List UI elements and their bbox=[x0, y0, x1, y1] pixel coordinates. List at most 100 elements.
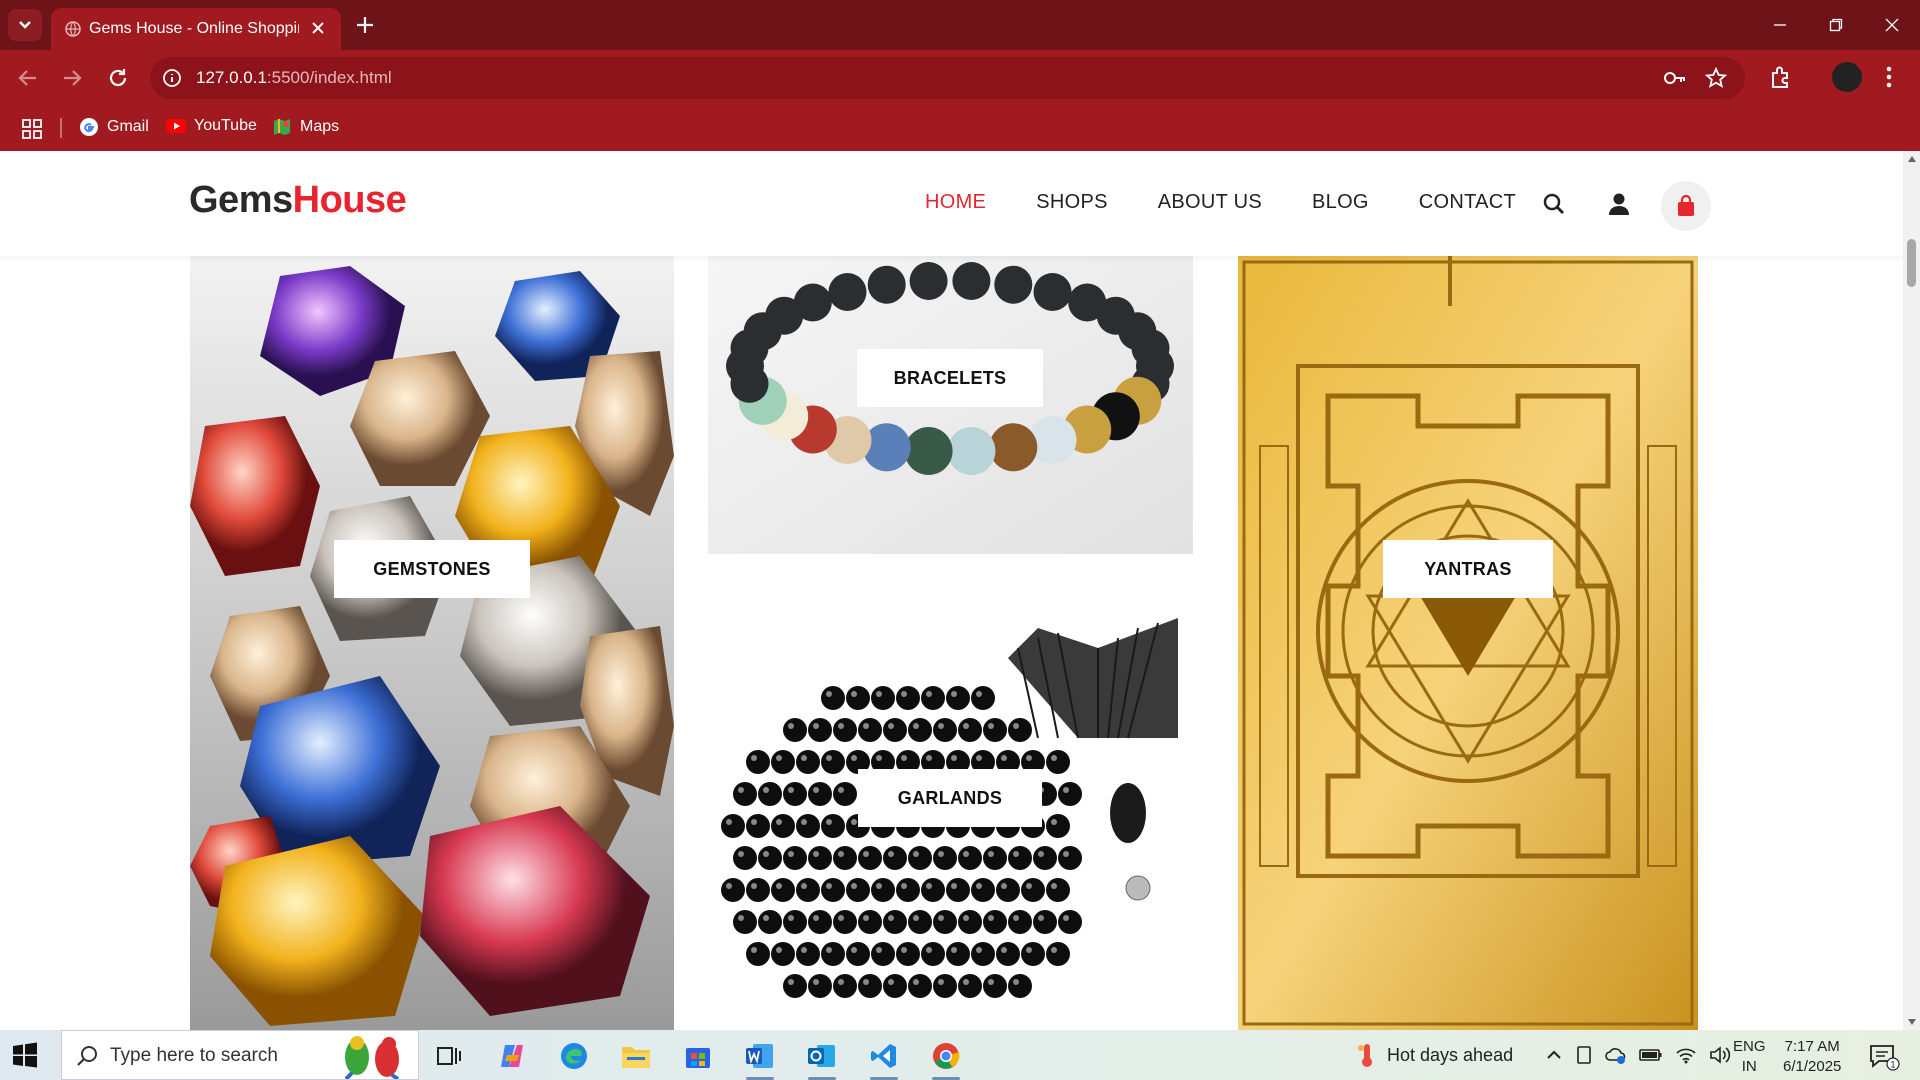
bookmarks-bar: Gmail YouTube Maps bbox=[0, 106, 1920, 151]
task-view-button[interactable] bbox=[427, 1037, 471, 1075]
garland-bead bbox=[783, 910, 807, 934]
minimize-button[interactable] bbox=[1752, 0, 1808, 50]
info-icon[interactable] bbox=[162, 68, 182, 88]
garland-bead bbox=[883, 718, 907, 742]
back-arrow-icon[interactable] bbox=[14, 64, 42, 92]
garland-bead-highlight bbox=[838, 851, 844, 857]
garland-bead-highlight bbox=[913, 851, 919, 857]
garland-bead bbox=[771, 942, 795, 966]
weather-widget[interactable]: Hot days ahead bbox=[1357, 1042, 1513, 1068]
chevron-up-icon[interactable] bbox=[1545, 1046, 1563, 1064]
key-icon[interactable] bbox=[1663, 68, 1687, 88]
close-icon[interactable] bbox=[309, 19, 327, 37]
window-close-button[interactable] bbox=[1864, 0, 1920, 50]
bracelet-bead bbox=[904, 427, 953, 475]
wifi-icon[interactable] bbox=[1675, 1046, 1697, 1064]
page-scrollbar[interactable] bbox=[1903, 151, 1920, 1030]
category-tile-yantras[interactable]: YANTRAS bbox=[1238, 256, 1698, 1030]
forward-arrow-icon[interactable] bbox=[58, 64, 86, 92]
nav-contact[interactable]: CONTACT bbox=[1419, 191, 1516, 214]
notification-icon[interactable]: 1 bbox=[1868, 1043, 1900, 1071]
extensions-puzzle-icon[interactable] bbox=[1768, 64, 1794, 90]
profile-avatar[interactable] bbox=[1832, 62, 1862, 92]
url-text: 127.0.0.1:5500/index.html bbox=[196, 68, 392, 88]
category-tile-bracelets[interactable]: BRACELETS bbox=[708, 256, 1193, 554]
garland-bead-highlight bbox=[938, 851, 944, 857]
garland-bead-highlight bbox=[813, 723, 819, 729]
edge-app[interactable] bbox=[552, 1037, 596, 1075]
garland-bead-highlight bbox=[926, 755, 932, 761]
garland-bead bbox=[958, 910, 982, 934]
thermometer-icon bbox=[1358, 1044, 1372, 1067]
bookmark-youtube[interactable]: YouTube bbox=[166, 117, 257, 135]
garland-bead-highlight bbox=[963, 851, 969, 857]
new-tab-icon[interactable] bbox=[352, 12, 378, 38]
nav-about-us[interactable]: ABOUT US bbox=[1158, 191, 1262, 214]
outlook-icon bbox=[808, 1045, 835, 1067]
apps-grid-icon[interactable] bbox=[22, 119, 42, 139]
volume-icon[interactable] bbox=[1709, 1046, 1731, 1064]
clock[interactable]: 7:17 AM 6/1/2025 bbox=[1783, 1037, 1841, 1077]
garland-bead-highlight bbox=[976, 947, 982, 953]
garland-bead-highlight bbox=[826, 755, 832, 761]
microsoft-store-app[interactable] bbox=[676, 1037, 720, 1075]
nav-home[interactable]: HOME bbox=[925, 191, 986, 214]
vscode-icon bbox=[871, 1044, 896, 1068]
garland-bead bbox=[783, 846, 807, 870]
logo-part-2: House bbox=[292, 179, 407, 221]
search-icon bbox=[77, 1046, 97, 1066]
kebab-menu-icon[interactable] bbox=[1884, 64, 1894, 90]
category-label-yantras[interactable]: YANTRAS bbox=[1383, 540, 1553, 598]
chrome-app[interactable] bbox=[924, 1037, 968, 1080]
garland-bead-highlight bbox=[926, 691, 932, 697]
word-app[interactable] bbox=[738, 1037, 782, 1080]
garland-bead-highlight bbox=[838, 723, 844, 729]
garland-bead bbox=[1008, 718, 1032, 742]
garland-bead-highlight bbox=[788, 723, 794, 729]
windows-start-icon[interactable] bbox=[12, 1042, 38, 1068]
file-explorer-app[interactable] bbox=[614, 1037, 658, 1075]
taskbar-search-box[interactable]: Type here to search bbox=[61, 1030, 419, 1080]
cart-button[interactable] bbox=[1661, 181, 1711, 231]
garland-bead bbox=[883, 846, 907, 870]
garland-bead bbox=[1033, 846, 1057, 870]
vscode-app[interactable] bbox=[862, 1037, 906, 1080]
nav-shops[interactable]: SHOPS bbox=[1036, 191, 1108, 214]
garland-bead-highlight bbox=[726, 819, 732, 825]
garland-bead bbox=[933, 718, 957, 742]
garland-bead-highlight bbox=[1051, 819, 1057, 825]
copilot-app[interactable] bbox=[490, 1037, 534, 1075]
language-indicator[interactable]: ENG IN bbox=[1733, 1037, 1766, 1077]
outlook-app[interactable] bbox=[800, 1037, 844, 1080]
category-label-bracelets[interactable]: BRACELETS bbox=[857, 349, 1043, 407]
scroll-thumb[interactable] bbox=[1907, 239, 1916, 287]
garland-bead bbox=[721, 814, 745, 838]
bookmark-gmail[interactable]: Gmail bbox=[79, 117, 149, 137]
bookmark-star-icon[interactable] bbox=[1705, 67, 1727, 89]
network-cloud-icon[interactable] bbox=[1605, 1045, 1627, 1065]
garland-bead-highlight bbox=[963, 979, 969, 985]
browser-tab[interactable]: Gems House - Online Shopping bbox=[51, 8, 341, 50]
category-label-gemstones[interactable]: GEMSTONES bbox=[334, 540, 530, 598]
scroll-down-arrow-icon[interactable] bbox=[1907, 1018, 1917, 1026]
category-tile-gemstones[interactable]: GEMSTONES bbox=[190, 256, 674, 1030]
garland-bead-highlight bbox=[938, 723, 944, 729]
scroll-up-arrow-icon[interactable] bbox=[1907, 155, 1917, 163]
tablet-icon[interactable] bbox=[1575, 1045, 1593, 1065]
garland-bead-highlight bbox=[813, 979, 819, 985]
user-icon[interactable] bbox=[1608, 192, 1630, 216]
garland-bead bbox=[771, 878, 795, 902]
category-label-garlands[interactable]: GARLANDS bbox=[858, 769, 1042, 827]
garland-bead bbox=[821, 750, 845, 774]
tab-search-button[interactable] bbox=[8, 9, 42, 41]
restore-button[interactable] bbox=[1808, 0, 1864, 50]
site-logo[interactable]: GemsHouse bbox=[189, 179, 407, 222]
category-tile-garlands[interactable]: GARLANDS bbox=[708, 588, 1193, 1030]
address-bar[interactable]: 127.0.0.1:5500/index.html bbox=[150, 57, 1745, 99]
search-icon[interactable] bbox=[1542, 192, 1566, 216]
garland-bead bbox=[871, 686, 895, 710]
nav-blog[interactable]: BLOG bbox=[1312, 191, 1369, 214]
bookmark-maps[interactable]: Maps bbox=[272, 117, 339, 137]
battery-icon[interactable] bbox=[1639, 1047, 1663, 1063]
reload-icon[interactable] bbox=[104, 64, 132, 92]
